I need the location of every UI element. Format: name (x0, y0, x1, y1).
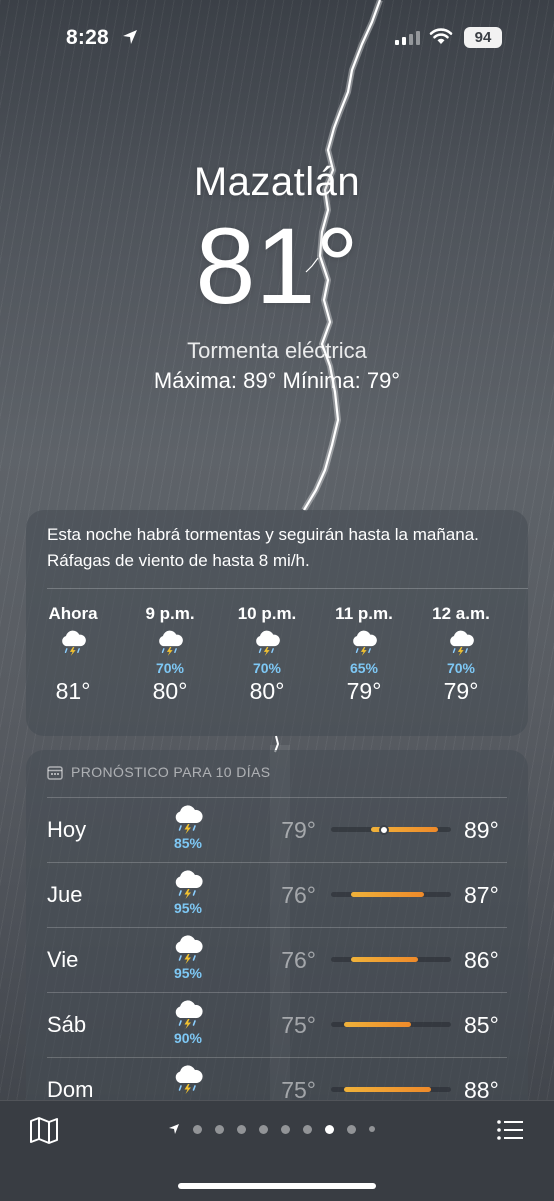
temp-range-fill (351, 892, 425, 897)
temp-range-fill (344, 1087, 431, 1092)
hourly-item: 11 p.m. 65% 79° (319, 604, 409, 705)
precip-chance: 70% (155, 660, 185, 676)
page-indicator[interactable] (168, 1123, 375, 1135)
thunderstorm-icon (171, 935, 205, 965)
divider (47, 588, 528, 589)
forecast-summary: Esta noche habrá tormentas y seguirán ha… (47, 525, 479, 570)
thunderstorm-icon (319, 630, 409, 660)
temp-range-fill (351, 957, 418, 962)
calendar-icon (47, 765, 63, 780)
hourly-item: 12 a.m. 70% 79° (416, 604, 506, 705)
thunderstorm-icon (171, 870, 205, 900)
temp-range-bar (331, 957, 451, 962)
temp-range-bar (331, 892, 451, 897)
temp-range-fill (344, 1022, 411, 1027)
hour-label: 12 a.m. (432, 604, 490, 623)
day-label: Sáb (47, 1012, 87, 1037)
day-label: Hoy (47, 817, 87, 842)
daily-row[interactable]: Sáb 90% 75° 85° (26, 992, 528, 1056)
thunderstorm-icon (125, 630, 215, 660)
daily-row[interactable]: Jue 95% 76° 87° (26, 862, 528, 926)
daily-forecast-card[interactable]: PRONÓSTICO PARA 10 DÍAS Hoy 85% 79° 89° Jue 9… (26, 750, 528, 1150)
precip-chance: 85% (173, 835, 203, 851)
row-divider (47, 992, 507, 993)
day-label: Vie (47, 947, 79, 972)
thunderstorm-icon (416, 630, 506, 660)
low-temperature: 75° (281, 1012, 316, 1038)
location-arrow-icon (169, 1124, 179, 1134)
hour-temperature: 80° (152, 678, 188, 704)
condition-text: Tormenta eléctrica (187, 338, 367, 363)
row-divider (47, 797, 507, 798)
high-temperature: 86° (464, 947, 499, 973)
page-dot[interactable] (347, 1124, 356, 1134)
status-time: 8:28 (66, 26, 109, 49)
list-icon[interactable] (494, 1115, 526, 1145)
precip-chance: 95% (173, 900, 203, 916)
high-temperature: 89° (464, 817, 499, 843)
page-dot[interactable] (325, 1124, 334, 1134)
precip-chance: 90% (173, 1030, 203, 1046)
hour-label: 10 p.m. (237, 604, 297, 623)
temp-range-bar (331, 1087, 451, 1092)
thunderstorm-icon (171, 805, 205, 835)
daily-header-label: PRONÓSTICO PARA 10 DÍAS (71, 764, 271, 780)
temp-range-bar (331, 824, 451, 835)
low-temperature: 76° (281, 947, 316, 973)
hourly-forecast-card[interactable]: Esta noche habrá tormentas y seguirán ha… (26, 510, 528, 736)
hourly-item: Ahora 81° (28, 604, 118, 705)
current-temperature: 81° (195, 205, 359, 326)
page-dot[interactable] (369, 1126, 375, 1132)
precip-chance: 65% (349, 660, 379, 676)
map-icon[interactable] (28, 1115, 60, 1145)
page-dot[interactable] (259, 1124, 268, 1134)
thunderstorm-icon (171, 1065, 205, 1095)
hour-label: Ahora (48, 604, 98, 623)
hour-temperature: 79° (346, 678, 382, 704)
wifi-icon (429, 28, 453, 44)
hourly-item: 9 p.m. 70% 80° (125, 604, 215, 705)
city-name: Mazatlán (193, 160, 361, 204)
location-arrow-icon (123, 30, 137, 44)
low-temperature: 79° (281, 817, 316, 843)
cellular-signal-icon (395, 29, 420, 45)
precip-chance (28, 660, 118, 676)
daily-row[interactable]: Hoy 85% 79° 89° (26, 797, 528, 861)
precip-chance: 70% (252, 660, 282, 676)
low-temperature: 76° (281, 882, 316, 908)
day-label: Jue (47, 882, 83, 907)
thunderstorm-icon (171, 1000, 205, 1030)
row-divider (47, 927, 507, 928)
thunderstorm-icon (28, 630, 118, 660)
page-dot[interactable] (237, 1124, 246, 1134)
temp-range-bar (331, 1022, 451, 1027)
hourly-list[interactable]: Ahora 81° 9 p.m. 70% 80° 10 p.m. 70% 80° 11 p.m.… (26, 604, 528, 724)
precip-chance: 95% (173, 965, 203, 981)
daily-row[interactable]: Vie 95% 76° 86° (26, 927, 528, 991)
page-dot[interactable] (303, 1124, 312, 1134)
bottom-toolbar (0, 1100, 554, 1201)
current-temp-marker (379, 824, 390, 835)
page-dot[interactable] (215, 1124, 224, 1134)
precip-chance: 70% (446, 660, 476, 676)
high-temperature: 85° (464, 1012, 499, 1038)
hour-label: 11 p.m. (335, 604, 393, 623)
page-dot[interactable] (281, 1124, 290, 1134)
row-divider (47, 1057, 507, 1058)
high-low-text: Máxima: 89° Mínima: 79° (153, 368, 401, 393)
row-divider (47, 862, 507, 863)
hour-temperature: 81° (55, 678, 91, 704)
thunderstorm-icon (222, 630, 312, 660)
battery-indicator: 94 (464, 27, 502, 48)
page-dot[interactable] (193, 1124, 202, 1134)
hour-label: 9 p.m. (145, 604, 195, 623)
hour-temperature: 80° (249, 678, 285, 704)
hourly-item: 10 p.m. 70% 80° (222, 604, 312, 705)
daily-header: PRONÓSTICO PARA 10 DÍAS (47, 764, 271, 780)
home-indicator[interactable] (178, 1183, 376, 1189)
high-temperature: 87° (464, 882, 499, 908)
hour-temperature: 79° (443, 678, 479, 704)
